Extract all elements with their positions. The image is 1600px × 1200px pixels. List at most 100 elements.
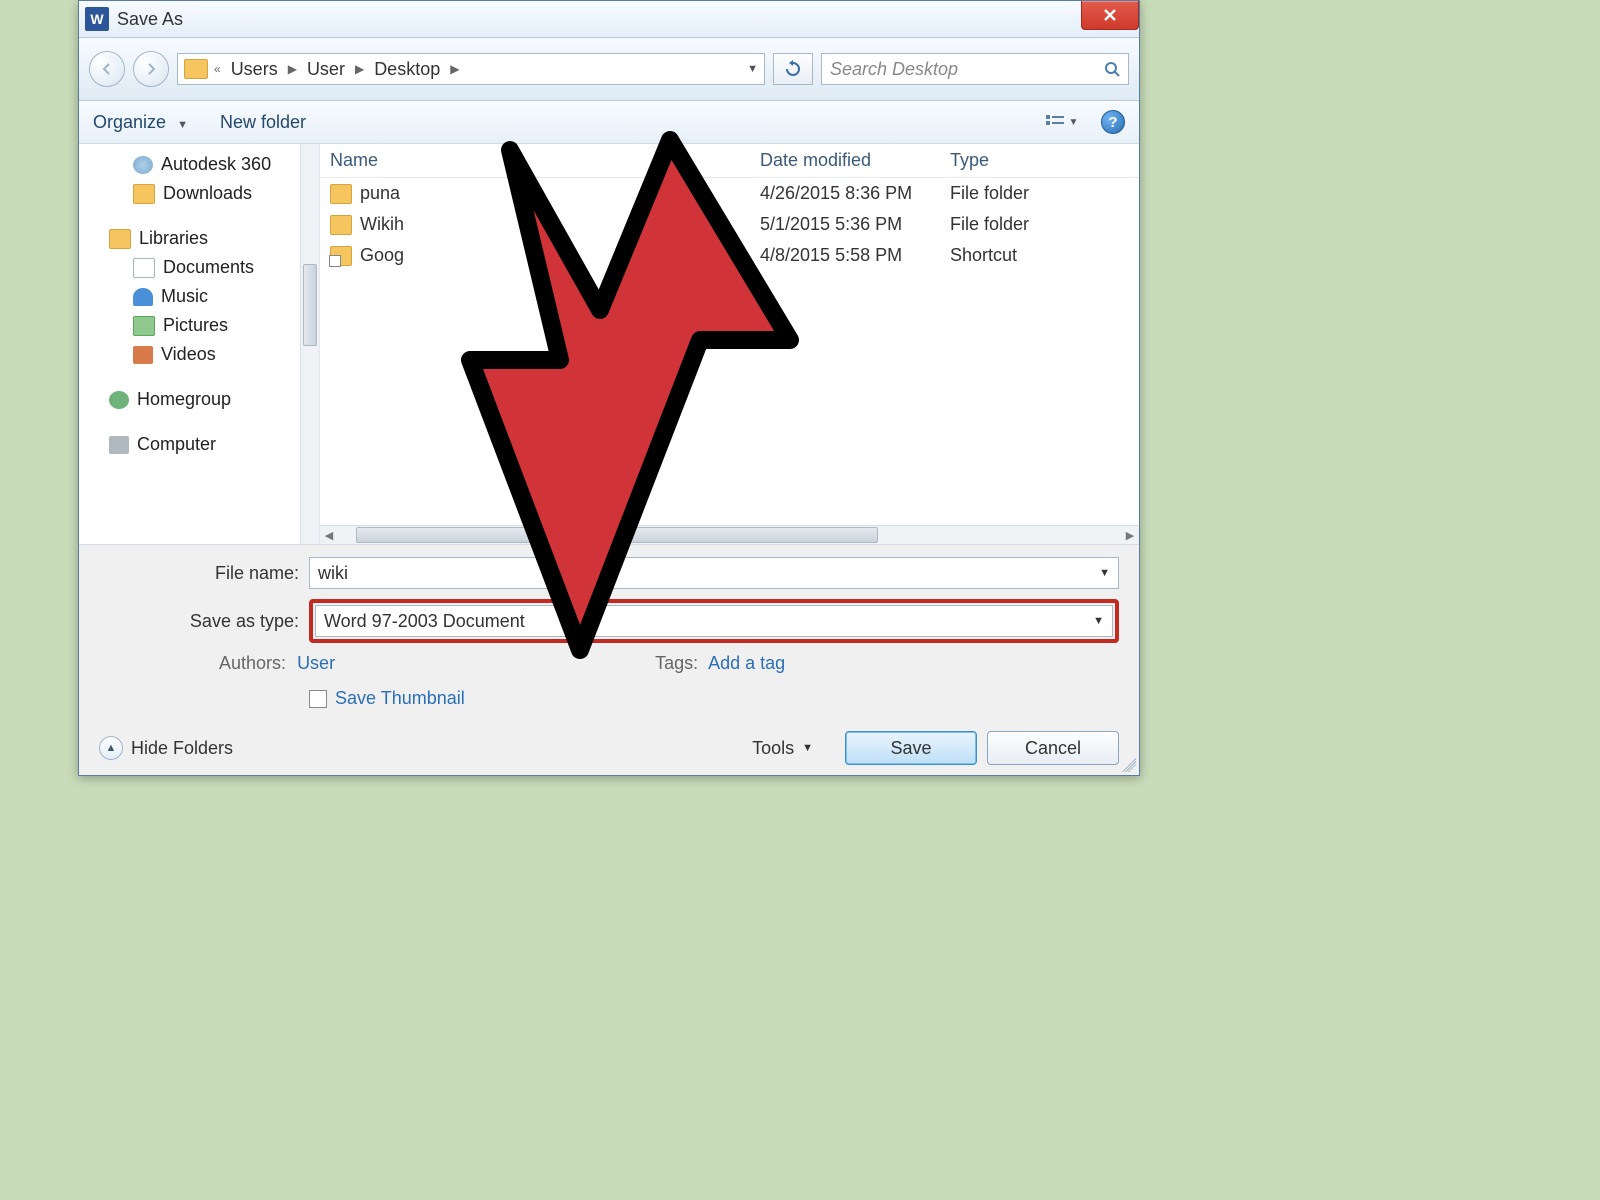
sidebar-item[interactable]: Documents bbox=[79, 253, 319, 282]
file-row[interactable]: Wikih 5/1/2015 5:36 PMFile folder bbox=[320, 209, 1139, 240]
sidebar-item[interactable]: Homegroup bbox=[79, 385, 319, 414]
tags-field[interactable]: Tags: Add a tag bbox=[655, 653, 785, 674]
lib-icon bbox=[109, 229, 131, 249]
refresh-button[interactable] bbox=[773, 53, 813, 85]
shortcut-icon bbox=[330, 246, 352, 266]
file-date: 4/8/2015 5:58 PM bbox=[760, 245, 950, 266]
scrollbar-thumb[interactable] bbox=[303, 264, 317, 346]
breadcrumb-item[interactable]: User bbox=[303, 59, 349, 80]
nav-back-button[interactable] bbox=[89, 51, 125, 87]
chevron-down-icon: ▼ bbox=[802, 742, 813, 754]
sidebar-item[interactable]: Computer bbox=[79, 430, 319, 459]
file-name: Wikih bbox=[360, 214, 404, 235]
chevron-down-icon: ▼ bbox=[1069, 117, 1079, 128]
sidebar-item[interactable]: Music bbox=[79, 282, 319, 311]
file-row[interactable]: Goog 4/8/2015 5:58 PMShortcut bbox=[320, 240, 1139, 271]
sidebar-item[interactable]: Pictures bbox=[79, 311, 319, 340]
pic-icon bbox=[133, 316, 155, 336]
file-browser: Autodesk 360 Downloads Libraries Documents M… bbox=[79, 144, 1139, 544]
sidebar-item-label: Documents bbox=[163, 257, 254, 278]
chevron-right-icon: ▶ bbox=[353, 62, 366, 76]
refresh-icon bbox=[784, 60, 802, 78]
chevron-down-icon[interactable]: ▼ bbox=[1093, 615, 1104, 627]
save-type-highlight: Word 97-2003 Document ▼ bbox=[309, 599, 1119, 643]
file-name: Goog bbox=[360, 245, 404, 266]
sidebar-item[interactable]: Libraries bbox=[79, 224, 319, 253]
word-app-icon: W bbox=[85, 7, 109, 31]
breadcrumb-item[interactable]: Desktop bbox=[370, 59, 444, 80]
file-row[interactable]: puna 4/26/2015 8:36 PMFile folder bbox=[320, 178, 1139, 209]
resize-grip[interactable] bbox=[1122, 758, 1136, 772]
sidebar-item-label: Downloads bbox=[163, 183, 252, 204]
column-name[interactable]: Name bbox=[330, 150, 760, 171]
view-list-icon bbox=[1046, 114, 1066, 130]
folder-icon bbox=[330, 184, 352, 204]
sidebar-item-label: Music bbox=[161, 286, 208, 307]
dialog-footer: ▲ Hide Folders Tools ▼ Save Cancel bbox=[99, 727, 1119, 765]
hide-folders-button[interactable]: ▲ Hide Folders bbox=[99, 736, 233, 760]
chevron-down-icon[interactable]: ▼ bbox=[1099, 567, 1110, 579]
comp-icon bbox=[109, 436, 129, 454]
file-type: Shortcut bbox=[950, 245, 1129, 266]
chevron-up-icon: ▲ bbox=[99, 736, 123, 760]
cancel-button[interactable]: Cancel bbox=[987, 731, 1119, 765]
sidebar-item[interactable]: Downloads bbox=[79, 179, 319, 208]
filename-label: File name: bbox=[99, 563, 309, 584]
folder-icon bbox=[330, 215, 352, 235]
save-thumbnail-label: Save Thumbnail bbox=[335, 688, 465, 709]
folder-icon bbox=[184, 59, 208, 79]
search-input[interactable]: Search Desktop bbox=[821, 53, 1129, 85]
file-name: puna bbox=[360, 183, 400, 204]
breadcrumb-prefix: « bbox=[212, 62, 223, 76]
file-type: File folder bbox=[950, 214, 1129, 235]
sidebar-item[interactable]: Videos bbox=[79, 340, 319, 369]
save-button[interactable]: Save bbox=[845, 731, 977, 765]
breadcrumb-dropdown-icon[interactable]: ▼ bbox=[747, 63, 758, 75]
sidebar-scrollbar[interactable] bbox=[300, 144, 319, 544]
arrow-right-icon bbox=[144, 62, 158, 76]
horizontal-scrollbar[interactable]: ◀ ▶ bbox=[320, 525, 1139, 544]
sidebar-item[interactable]: Autodesk 360 bbox=[79, 150, 319, 179]
chevron-down-icon: ▼ bbox=[177, 119, 188, 131]
new-folder-button[interactable]: New folder bbox=[220, 112, 306, 133]
close-button[interactable] bbox=[1081, 1, 1139, 30]
toolbar: Organize ▼ New folder ▼ ? bbox=[79, 101, 1139, 144]
save-thumbnail-checkbox[interactable] bbox=[309, 690, 327, 708]
close-icon bbox=[1103, 8, 1117, 22]
help-button[interactable]: ? bbox=[1101, 110, 1125, 134]
navbar: « Users ▶ User ▶ Desktop ▶ ▼ Search Desk… bbox=[79, 38, 1139, 101]
home-icon bbox=[109, 391, 129, 409]
file-type: File folder bbox=[950, 183, 1129, 204]
nav-forward-button[interactable] bbox=[133, 51, 169, 87]
music-icon bbox=[133, 288, 153, 306]
tools-button[interactable]: Tools ▼ bbox=[752, 738, 813, 759]
doc-icon bbox=[133, 258, 155, 278]
file-date: 5/1/2015 5:36 PM bbox=[760, 214, 950, 235]
scroll-right-icon[interactable]: ▶ bbox=[1121, 526, 1139, 544]
search-placeholder: Search Desktop bbox=[830, 59, 958, 80]
sidebar-item-label: Computer bbox=[137, 434, 216, 455]
save-type-select[interactable]: Word 97-2003 Document ▼ bbox=[315, 605, 1113, 637]
save-as-dialog: W Save As « Users ▶ User ▶ Desktop ▶ ▼ S… bbox=[78, 0, 1140, 776]
authors-field[interactable]: Authors: User bbox=[219, 653, 335, 674]
sidebar-item-label: Pictures bbox=[163, 315, 228, 336]
column-type[interactable]: Type bbox=[950, 150, 1129, 171]
sidebar-item-label: Autodesk 360 bbox=[161, 154, 271, 175]
scrollbar-thumb[interactable] bbox=[356, 527, 878, 543]
file-date: 4/26/2015 8:36 PM bbox=[760, 183, 950, 204]
sidebar: Autodesk 360 Downloads Libraries Documents M… bbox=[79, 144, 320, 544]
window-title: Save As bbox=[117, 9, 183, 30]
search-icon bbox=[1104, 61, 1120, 77]
file-list: Name Date modified Type puna 4/26/2015 8:… bbox=[320, 144, 1139, 544]
save-type-label: Save as type: bbox=[99, 611, 309, 632]
dl-icon bbox=[133, 184, 155, 204]
sidebar-item-label: Homegroup bbox=[137, 389, 231, 410]
breadcrumb-item[interactable]: Users bbox=[227, 59, 282, 80]
filename-input[interactable]: wiki ▼ bbox=[309, 557, 1119, 589]
column-date[interactable]: Date modified bbox=[760, 150, 950, 171]
organize-button[interactable]: Organize ▼ bbox=[93, 112, 188, 133]
scroll-left-icon[interactable]: ◀ bbox=[320, 526, 338, 544]
view-mode-button[interactable]: ▼ bbox=[1043, 109, 1081, 135]
chevron-right-icon: ▶ bbox=[448, 62, 461, 76]
breadcrumb[interactable]: « Users ▶ User ▶ Desktop ▶ ▼ bbox=[177, 53, 765, 85]
